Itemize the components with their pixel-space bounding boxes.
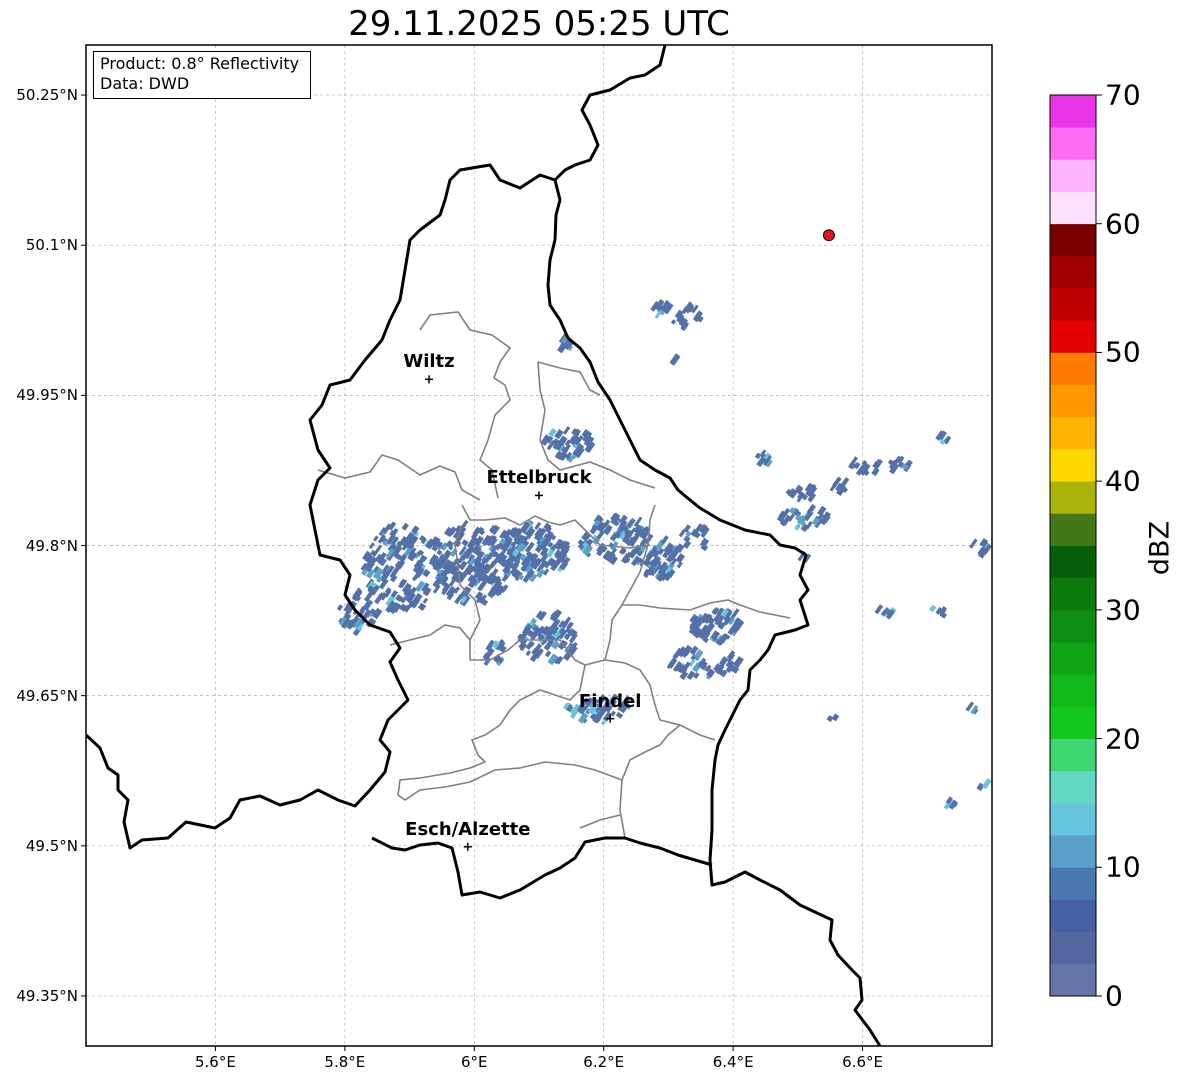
colorbar-segment [1050, 899, 1096, 933]
colorbar-segment [1050, 577, 1096, 611]
colorbar-segment [1050, 963, 1096, 997]
city-label: Findel [578, 690, 642, 712]
colorbar-segment [1050, 95, 1096, 128]
colorbar-tick-label: 40 [1105, 464, 1141, 498]
colorbar-segment [1050, 770, 1096, 804]
radar-site-marker [822, 229, 835, 242]
lon-label: 5.6°E [195, 1053, 236, 1071]
colorbar-segment [1050, 223, 1096, 257]
product-info-box: Product: 0.8° Reflectivity Data: DWD [93, 51, 311, 99]
lat-label: 49.65°N [16, 686, 78, 705]
colorbar-segment [1050, 738, 1096, 772]
lat-label: 50.25°N [16, 86, 78, 105]
colorbar-tick-label: 60 [1105, 207, 1141, 241]
colorbar-segment [1050, 642, 1096, 675]
colorbar-tick-label: 10 [1105, 850, 1141, 884]
colorbar-segment [1050, 159, 1096, 192]
colorbar-segment [1050, 481, 1096, 514]
lat-label: 49.5°N [25, 836, 78, 855]
colorbar-tick-label: 50 [1105, 335, 1141, 369]
colorbar-tick-label: 20 [1105, 722, 1141, 756]
colorbar-label: dBZ [1144, 520, 1176, 576]
colorbar-segment [1050, 352, 1096, 386]
product-line: Product: 0.8° Reflectivity [100, 54, 300, 73]
colorbar-segment [1050, 706, 1096, 739]
lat-label: 49.35°N [16, 986, 78, 1005]
lon-label: 6.6°E [842, 1053, 883, 1071]
colorbar-segment [1050, 835, 1096, 868]
colorbar-segment [1050, 191, 1096, 225]
data-source-line: Data: DWD [100, 74, 190, 93]
colorbar-segment [1050, 931, 1096, 965]
lon-label: 6.2°E [583, 1053, 625, 1071]
colorbar-segment [1050, 609, 1096, 643]
colorbar-segment [1050, 384, 1096, 418]
colorbar-segment [1050, 867, 1096, 900]
colorbar-tick-label: 70 [1105, 78, 1141, 112]
colorbar-segment [1050, 416, 1096, 450]
colorbar-segment [1050, 513, 1096, 546]
colorbar [1049, 94, 1102, 997]
colorbar-tick-label: 30 [1105, 593, 1141, 627]
colorbar-segment [1050, 674, 1096, 707]
lat-label: 50.1°N [25, 236, 78, 255]
colorbar-segment [1050, 127, 1096, 160]
colorbar-segment [1050, 320, 1096, 353]
colorbar-segment [1050, 255, 1096, 289]
lon-label: 5.8°E [324, 1053, 366, 1071]
city-label: Esch/Alzette [405, 818, 531, 840]
colorbar-tick-label: 0 [1105, 979, 1123, 1013]
lon-label: 6.4°E [712, 1053, 754, 1071]
colorbar-segment [1050, 288, 1096, 321]
colorbar-segment [1050, 802, 1096, 836]
colorbar-segment [1050, 448, 1096, 482]
colorbar-segment [1050, 545, 1096, 579]
city-label: Wiltz [403, 351, 455, 373]
lat-label: 49.8°N [25, 536, 78, 555]
city-label: Ettelbruck [486, 467, 592, 489]
lon-label: 6°E [461, 1053, 488, 1071]
radar-map [81, 44, 1102, 1051]
lat-label: 49.95°N [16, 386, 78, 405]
